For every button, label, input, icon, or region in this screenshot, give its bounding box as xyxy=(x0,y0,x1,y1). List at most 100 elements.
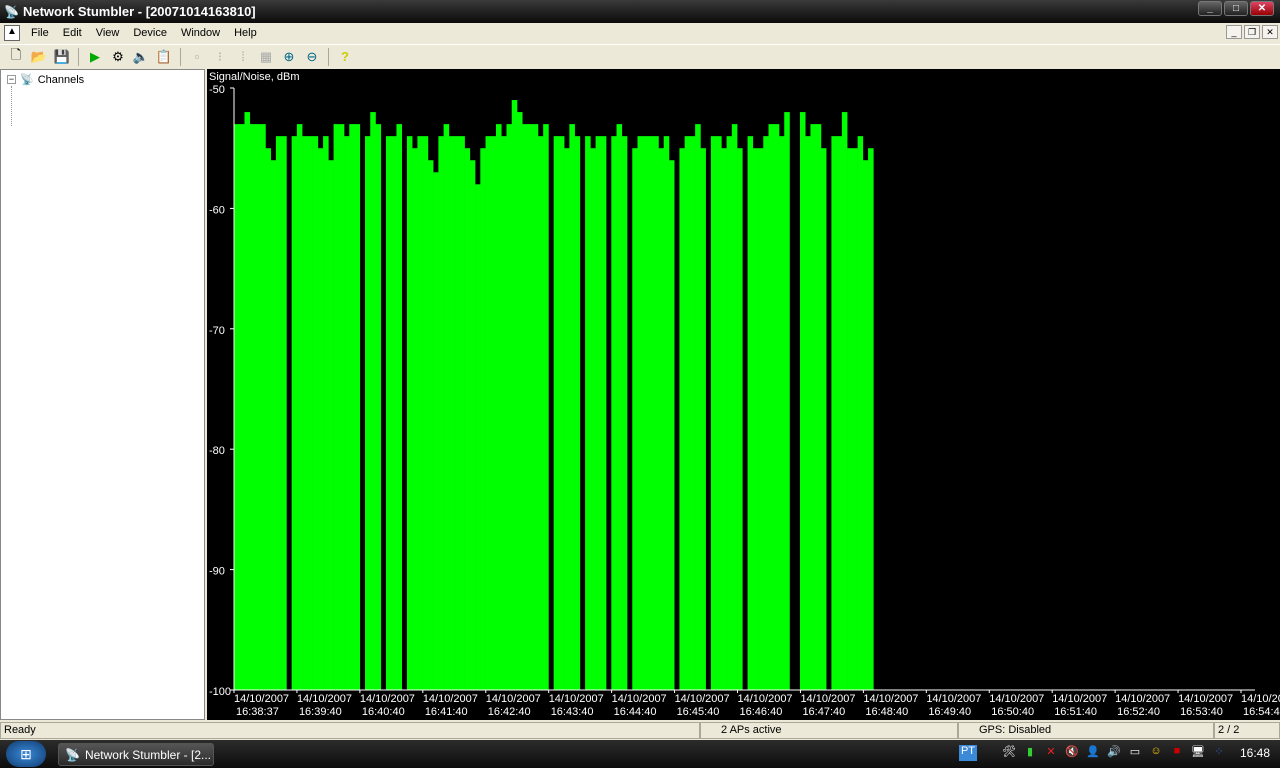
signal-bar xyxy=(532,124,539,690)
auto-configure-icon[interactable]: ⚙ xyxy=(108,47,128,67)
messenger-icon[interactable]: 👤 xyxy=(1085,745,1101,761)
signal-bar xyxy=(621,136,628,690)
x-tick-time: 16:48:40 xyxy=(865,706,908,718)
zoom-in-icon[interactable]: ⊕ xyxy=(279,47,299,67)
open-icon[interactable]: 📂 xyxy=(29,47,49,67)
start-button[interactable]: ⊞ xyxy=(6,741,46,767)
signal-bar xyxy=(323,136,329,690)
signal-bar xyxy=(600,136,607,690)
menu-help[interactable]: Help xyxy=(227,27,264,39)
close-button[interactable]: ✕ xyxy=(1250,1,1274,16)
monitor-icon[interactable]: 🖥 xyxy=(1190,745,1206,761)
save-icon[interactable]: 💾 xyxy=(52,47,72,67)
signal-bar xyxy=(506,124,513,690)
x-tick-date: 14/10/2007 xyxy=(863,693,918,705)
bluetooth-icon[interactable]: ⁘ xyxy=(1211,745,1227,761)
signal-bar xyxy=(265,148,271,690)
signal-bar xyxy=(275,136,282,690)
language-indicator[interactable]: PT xyxy=(958,745,977,761)
signal-bar xyxy=(868,148,874,690)
status-aps-active: 2 APs active xyxy=(700,722,958,739)
signal-bar xyxy=(365,136,371,690)
signal-bar xyxy=(234,124,240,690)
signal-strength-icon[interactable]: ▮ xyxy=(1022,745,1038,761)
tree-icon-2[interactable]: ⁝ xyxy=(210,47,230,67)
new-icon[interactable]: 🗋 xyxy=(6,47,26,67)
tree-icon-3[interactable]: ⁞ xyxy=(233,47,253,67)
collapse-icon[interactable]: − xyxy=(7,75,16,84)
help-icon[interactable]: ? xyxy=(335,47,355,67)
signal-bar xyxy=(511,100,518,691)
document-icon[interactable]: ▲ xyxy=(4,25,20,41)
signal-bar xyxy=(805,136,811,690)
signal-bar xyxy=(695,124,701,690)
signal-bar xyxy=(847,148,853,690)
properties-icon[interactable]: 📋 xyxy=(154,47,174,67)
menu-window[interactable]: Window xyxy=(174,27,227,39)
tree-icon-1[interactable]: ▫ xyxy=(187,47,207,67)
signal-bar xyxy=(302,136,308,690)
taskbar-item-network-stumbler[interactable]: 📡 Network Stumbler - [2... xyxy=(58,743,214,766)
display-icon[interactable]: ▭ xyxy=(1127,745,1143,761)
signal-bar xyxy=(611,136,617,690)
speaker-icon[interactable]: 🔈 xyxy=(131,47,151,67)
signal-bar xyxy=(480,148,486,690)
mdi-restore-button[interactable]: ❐ xyxy=(1244,25,1260,39)
signal-bar xyxy=(354,124,361,690)
speaker-mute-icon[interactable]: 🔇 xyxy=(1064,745,1080,761)
x-tick-time: 16:41:40 xyxy=(425,706,468,718)
status-count: 2 / 2 xyxy=(1214,722,1280,739)
status-ready: Ready xyxy=(0,722,700,739)
x-tick-date: 14/10/2007 xyxy=(234,693,289,705)
start-scan-icon[interactable]: ▶ xyxy=(85,47,105,67)
network-disconnected-icon[interactable]: ✕ xyxy=(1043,745,1059,761)
signal-bar xyxy=(784,112,790,690)
volume-icon[interactable]: 🔊 xyxy=(1106,745,1122,761)
signal-bar xyxy=(632,148,638,690)
y-tick-label: -50 xyxy=(209,84,225,96)
x-tick-time: 16:52:40 xyxy=(1117,706,1160,718)
menu-view[interactable]: View xyxy=(89,27,127,39)
signal-bar xyxy=(574,136,581,690)
menu-device[interactable]: Device xyxy=(126,27,174,39)
tree-node-channels[interactable]: − 📡 Channels xyxy=(7,73,84,86)
signal-bar xyxy=(647,136,654,690)
x-tick-time: 16:49:40 xyxy=(928,706,971,718)
zoom-out-icon[interactable]: ⊖ xyxy=(302,47,322,67)
signal-bar xyxy=(721,148,727,690)
title-bar: 📡 Network Stumbler - [20071014163810] _ … xyxy=(0,0,1280,23)
x-tick-date: 14/10/2007 xyxy=(360,693,415,705)
signal-bar xyxy=(291,136,298,690)
grid-icon[interactable]: ▦ xyxy=(256,47,276,67)
signal-bar xyxy=(852,148,858,690)
x-tick-time: 16:50:40 xyxy=(991,706,1034,718)
signal-bar xyxy=(658,148,665,690)
signal-bar xyxy=(637,136,644,690)
signal-bar xyxy=(485,136,492,690)
minimize-button[interactable]: _ xyxy=(1198,1,1222,16)
signal-bar xyxy=(731,124,738,690)
x-tick-date: 14/10/2007 xyxy=(612,693,667,705)
color-icon[interactable]: ■ xyxy=(1169,745,1185,761)
smiley-icon[interactable]: ☺ xyxy=(1148,745,1164,761)
menu-file[interactable]: File xyxy=(24,27,56,39)
signal-bar xyxy=(543,124,549,690)
mdi-minimize-button[interactable]: _ xyxy=(1226,25,1242,39)
signal-bar xyxy=(254,124,261,690)
y-tick-label: -70 xyxy=(209,325,225,337)
tray-app-icon[interactable]: 🛠 xyxy=(1001,745,1017,761)
signal-bar xyxy=(490,136,497,690)
signal-bar xyxy=(412,148,418,690)
y-tick-label: -100 xyxy=(209,686,231,698)
channels-tree: − 📡 Channels xyxy=(0,69,205,720)
y-tick-label: -80 xyxy=(209,445,225,457)
window-title: Network Stumbler - [20071014163810] xyxy=(22,4,256,19)
signal-bar xyxy=(537,136,544,690)
menu-edit[interactable]: Edit xyxy=(56,27,89,39)
x-tick-date: 14/10/2007 xyxy=(1052,693,1107,705)
maximize-button[interactable]: □ xyxy=(1224,1,1248,16)
x-tick-time: 16:43:40 xyxy=(551,706,594,718)
mdi-close-button[interactable]: ✕ xyxy=(1262,25,1278,39)
x-tick-date: 14/10/2007 xyxy=(549,693,604,705)
signal-bar xyxy=(459,136,465,690)
